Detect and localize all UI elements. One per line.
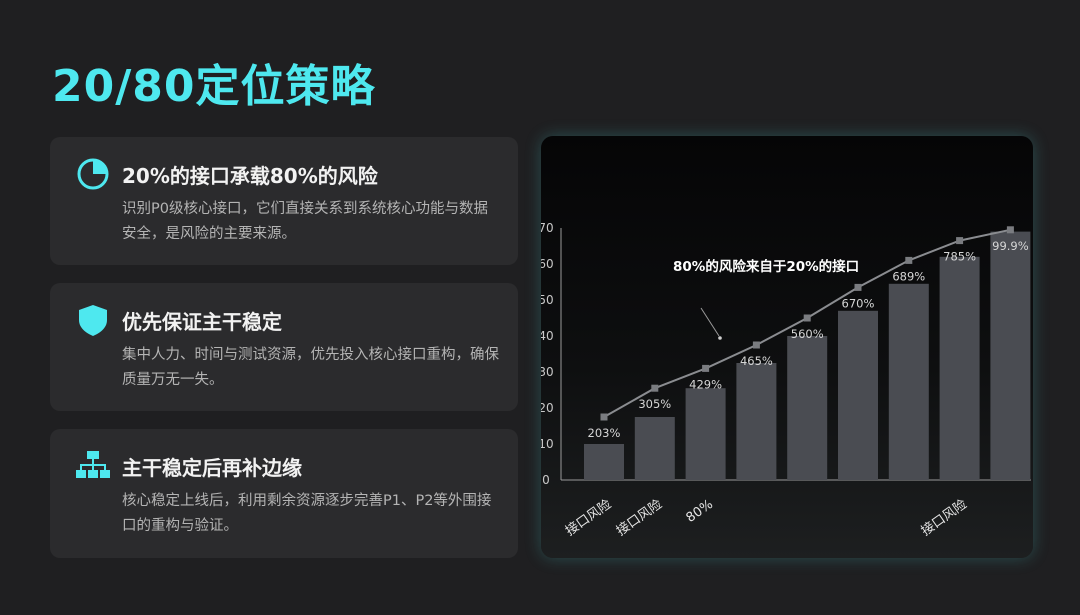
x-tick-label: 接口风险 <box>563 496 615 539</box>
line-point <box>803 314 811 322</box>
data-label: 429% <box>689 377 722 391</box>
bar <box>787 336 828 480</box>
card-description: 核心稳定上线后，利用剩余资源逐步完善P1、P2等外围接口的重构与验证。 <box>122 493 492 534</box>
y-tick-label: 50 <box>541 293 554 307</box>
chart-annotation: 80%的风险来自于20%的接口 <box>673 258 859 275</box>
bar <box>888 283 929 480</box>
bar <box>736 363 777 480</box>
data-label: 560% <box>791 327 824 341</box>
edge-card: 主干稳定后再补边缘 核心稳定上线后，利用剩余资源逐步完善P1、P2等外围接口的重… <box>50 429 518 558</box>
risk-chart: 0 10 20 30 40 50 60 70 203% 305% 429% 465% 560% 670% 6… <box>541 136 1033 558</box>
line-point <box>1006 226 1014 234</box>
y-tick-label: 30 <box>541 365 554 379</box>
card-description: 识别P0级核心接口，它们直接关系到系统核心功能与数据安全，是风险的主要来源。 <box>122 201 488 242</box>
y-tick-label: 60 <box>541 257 554 271</box>
y-tick-label: 0 <box>542 473 550 487</box>
data-label: 670% <box>842 296 875 310</box>
bar <box>685 388 726 480</box>
data-label: 689% <box>892 269 925 283</box>
data-label: 99.9% <box>992 239 1029 253</box>
bar <box>584 444 624 480</box>
bar <box>634 417 675 480</box>
bar <box>838 310 878 480</box>
line-point <box>854 283 862 291</box>
data-label: 305% <box>638 397 671 411</box>
chart-svg: 0 10 20 30 40 50 60 70 203% 305% 429% 465% 560% 670% 6… <box>541 221 1031 539</box>
bar <box>939 256 980 480</box>
hierarchy-icon <box>76 449 110 483</box>
y-tick-label: 10 <box>541 437 554 451</box>
line-point <box>752 341 760 349</box>
data-label: 785% <box>943 250 976 264</box>
annotation-pointer <box>700 307 720 337</box>
y-tick-label: 70 <box>541 221 554 235</box>
stability-card: 优先保证主干稳定 集中人力、时间与测试资源，优先投入核心接口重构，确保质量万无一… <box>50 283 518 411</box>
bar <box>990 231 1031 480</box>
pie-chart-icon <box>76 157 110 191</box>
card-description: 集中人力、时间与测试资源，优先投入核心接口重构，确保质量万无一失。 <box>122 347 499 388</box>
data-label: 203% <box>588 426 621 440</box>
y-tick-label: 40 <box>541 329 554 343</box>
line-point <box>905 256 913 264</box>
x-tick-label: 接口风险 <box>613 496 665 539</box>
page-title: 20/80定位策略 <box>52 61 376 112</box>
shield-icon <box>76 303 110 337</box>
data-label: 465% <box>740 354 773 368</box>
line-point <box>702 364 710 372</box>
risk-card: 20%的接口承载80%的风险 识别P0级核心接口，它们直接关系到系统核心功能与数… <box>50 137 518 265</box>
y-tick-label: 20 <box>541 401 554 415</box>
line-point <box>600 413 608 421</box>
annotation-dot <box>718 336 722 340</box>
line-point <box>651 384 659 392</box>
x-tick-label: 接口风险 <box>918 496 970 539</box>
card-title: 优先保证主干稳定 <box>122 310 282 334</box>
card-title: 主干稳定后再补边缘 <box>122 456 302 480</box>
x-tick-label: 80% <box>684 497 716 526</box>
line-point <box>956 237 964 245</box>
card-title: 20%的接口承载80%的风险 <box>122 164 378 188</box>
